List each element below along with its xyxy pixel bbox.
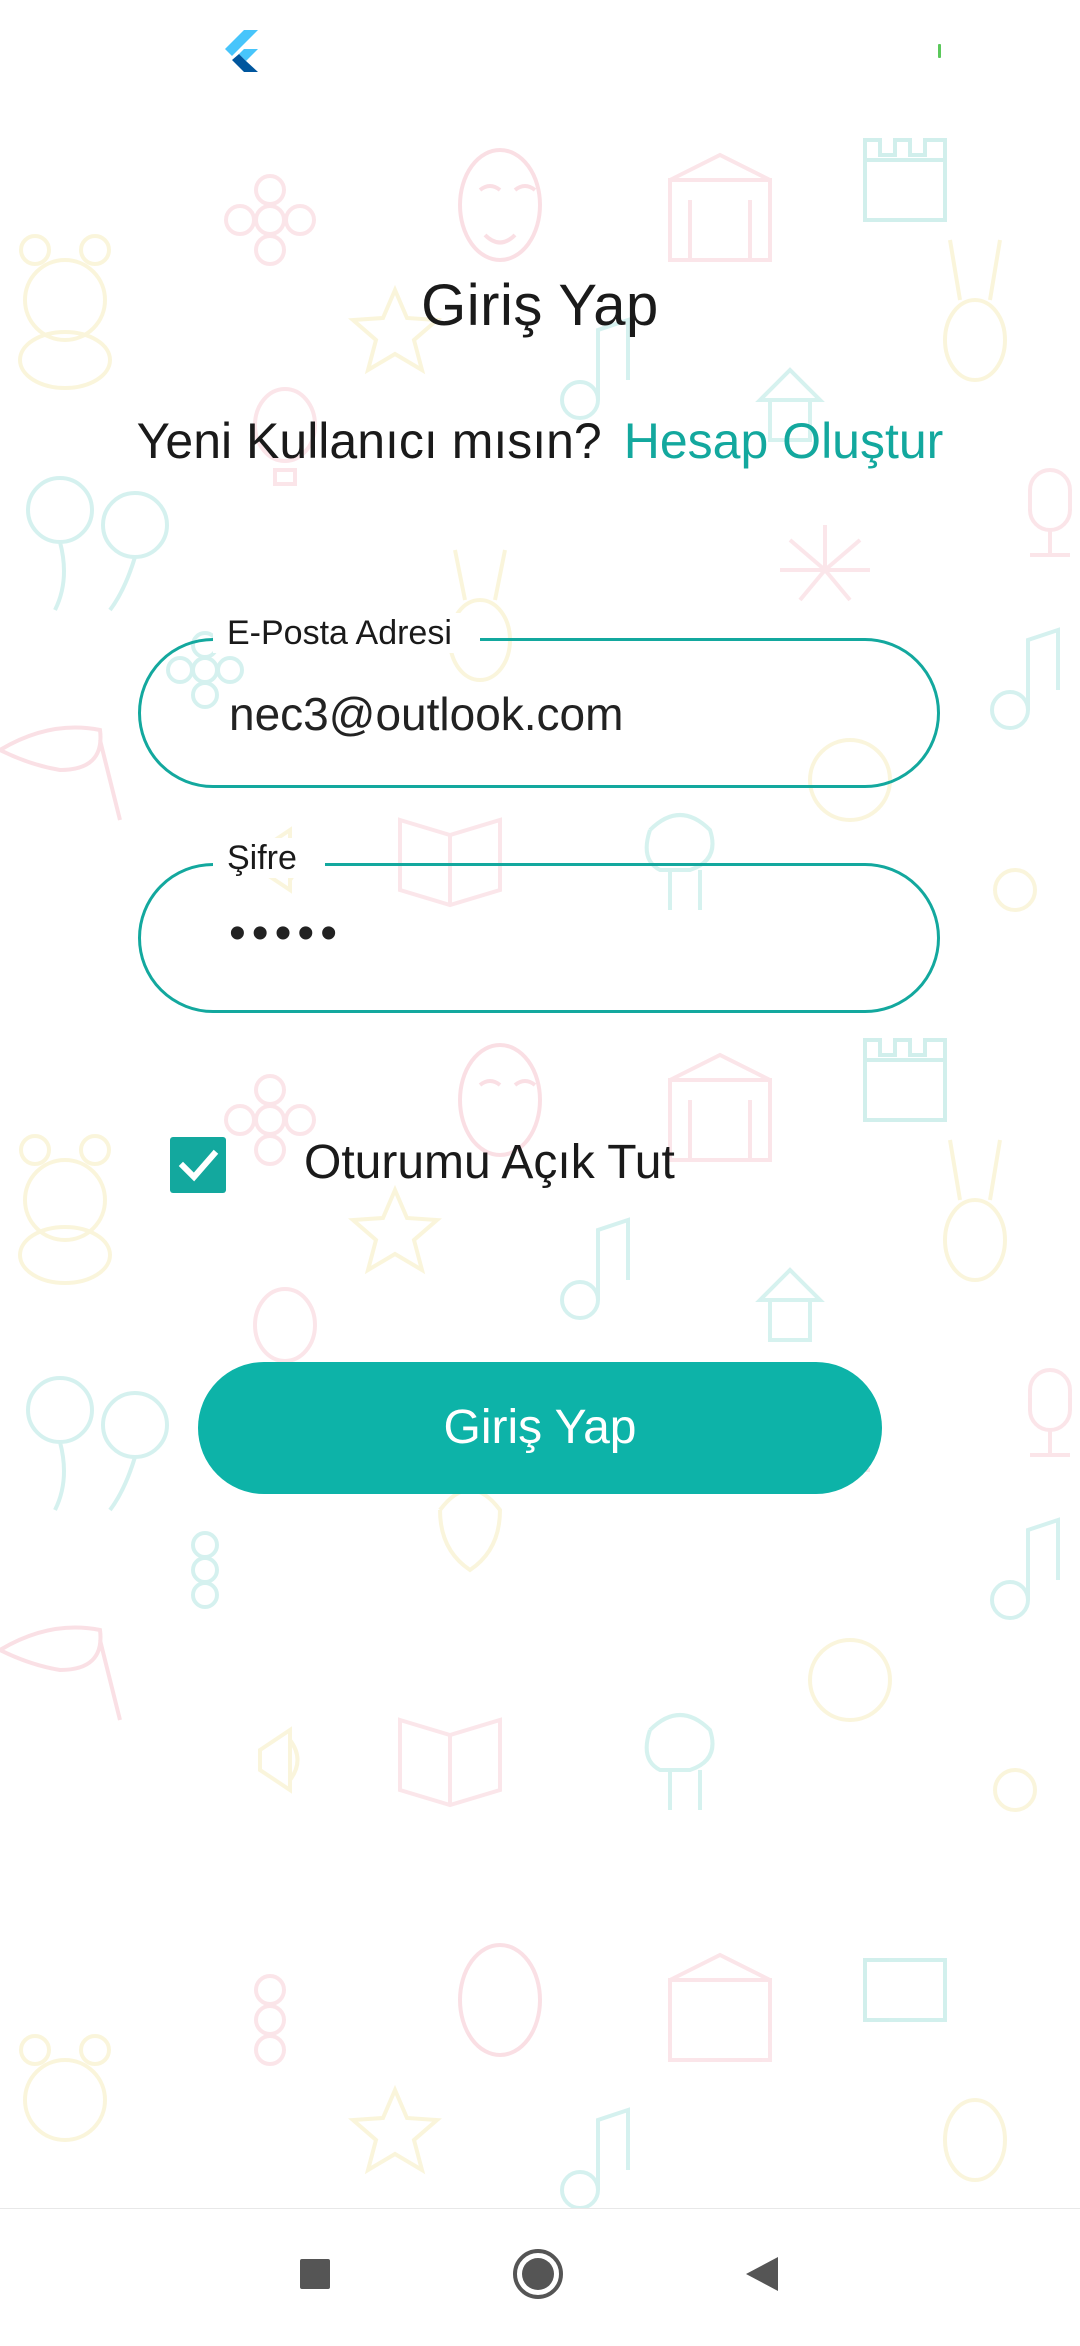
password-input[interactable]: ••••• (229, 906, 343, 961)
new-user-question: Yeni Kullanıcı mısın? (136, 413, 602, 469)
status-indicator (938, 44, 941, 58)
remember-me-checkbox[interactable] (170, 1137, 226, 1193)
home-button[interactable] (478, 2209, 598, 2341)
password-field-label: Şifre (213, 838, 325, 878)
back-button[interactable] (700, 2209, 820, 2341)
password-field[interactable]: Şifre ••••• (138, 838, 940, 1013)
page-title: Giriş Yap (421, 273, 659, 338)
email-field[interactable]: E-Posta Adresi nec3@outlook.com (138, 613, 940, 788)
email-input[interactable]: nec3@outlook.com (229, 687, 623, 741)
square-icon (300, 2259, 330, 2289)
new-user-row: Yeni Kullanıcı mısın? Hesap Oluştur (0, 412, 1080, 470)
login-button[interactable]: Giriş Yap (198, 1362, 882, 1494)
recents-button[interactable] (255, 2209, 375, 2341)
triangle-back-icon (746, 2257, 778, 2291)
status-bar (0, 0, 1080, 100)
remember-me-label[interactable]: Oturumu Açık Tut (304, 1135, 675, 1190)
flutter-logo-icon (225, 30, 258, 72)
navigation-bar (0, 2208, 1080, 2341)
check-icon (178, 1149, 219, 1182)
circle-home-icon (513, 2249, 563, 2299)
create-account-link[interactable]: Hesap Oluştur (624, 413, 944, 469)
email-field-label: E-Posta Adresi (213, 613, 480, 653)
